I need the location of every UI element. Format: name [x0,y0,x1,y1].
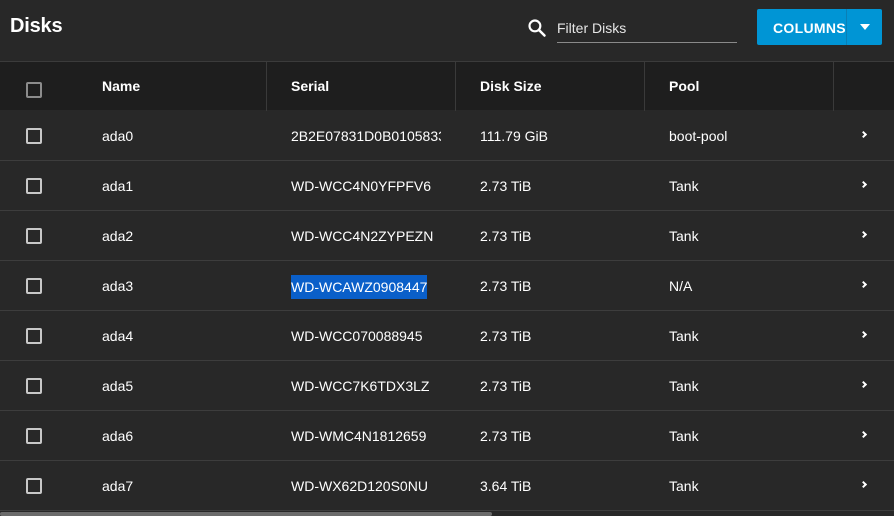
disks-page: Disks COLUMNS Name Serial Disk Size Pool… [0,0,894,516]
disk-size: 3.64 TiB [480,478,532,494]
disk-size: 2.73 TiB [480,378,532,394]
chevron-right-icon[interactable] [859,130,868,139]
table-row[interactable]: ada4 WD-WCC070088945 2.73 TiB Tank [0,311,894,361]
disk-size: 2.73 TiB [480,178,532,194]
disk-pool: Tank [669,428,699,444]
row-checkbox[interactable] [26,478,42,494]
select-all-checkbox[interactable] [26,82,42,98]
disk-pool: Tank [669,378,699,394]
disk-serial: WD-WCC4N2ZYPEZN [291,228,434,244]
disk-size: 2.73 TiB [480,228,532,244]
table-row[interactable]: ada6 WD-WMC4N1812659 2.73 TiB Tank [0,411,894,461]
disk-pool: Tank [669,328,699,344]
disk-size: 111.79 GiB [480,128,548,144]
disk-pool: N/A [669,278,693,294]
column-divider[interactable] [833,62,834,111]
table-row[interactable]: ada7 WD-WX62D120S0NU 3.64 TiB Tank [0,461,894,511]
row-checkbox[interactable] [26,228,42,244]
chevron-right-icon[interactable] [859,280,868,289]
row-checkbox[interactable] [26,178,42,194]
chevron-right-icon[interactable] [859,330,868,339]
filter-disks-input[interactable] [557,14,737,43]
chevron-right-icon[interactable] [859,180,868,189]
disk-name: ada3 [102,278,134,294]
table-row[interactable]: ada0 2B2E07831D0B0105833 111.79 GiB boot… [0,111,894,161]
columns-button[interactable]: COLUMNS [757,9,882,45]
disk-pool: boot-pool [669,128,728,144]
disk-name: ada5 [102,378,134,394]
chevron-right-icon[interactable] [859,380,868,389]
columns-button-divider [846,9,847,45]
disk-name: ada1 [102,178,134,194]
disk-serial: WD-WCAWZ0908447 [291,261,441,311]
disk-size: 2.73 TiB [480,328,532,344]
columns-button-label: COLUMNS [773,20,846,36]
disk-serial: WD-WCC070088945 [291,328,423,344]
disk-serial: WD-WX62D120S0NU [291,478,428,494]
row-checkbox[interactable] [26,278,42,294]
disk-name: ada4 [102,328,134,344]
table-row[interactable]: ada3 WD-WCAWZ0908447 2.73 TiB N/A [0,261,894,311]
disk-name: ada0 [102,128,134,144]
chevron-right-icon[interactable] [859,430,868,439]
disks-table: Name Serial Disk Size Pool ada0 2B2E0783… [0,61,894,516]
chevron-right-icon[interactable] [859,230,868,239]
disk-name: ada7 [102,478,134,494]
row-checkbox[interactable] [26,428,42,444]
disk-serial: WD-WCC4N0YFPFV6 [291,178,432,194]
disk-serial: 2B2E07831D0B0105833 [291,128,441,144]
page-header: Disks COLUMNS [0,0,894,60]
table-row[interactable]: ada2 WD-WCC4N2ZYPEZN 2.73 TiB Tank [0,211,894,261]
selected-serial-text: WD-WCAWZ0908447 [291,275,428,300]
disk-serial: WD-WCC7K6TDX3LZ [291,378,430,394]
horizontal-scrollbar[interactable] [0,512,492,516]
row-checkbox[interactable] [26,328,42,344]
column-divider[interactable] [455,62,456,111]
table-row[interactable]: ada5 WD-WCC7K6TDX3LZ 2.73 TiB Tank [0,361,894,411]
row-checkbox[interactable] [26,128,42,144]
disk-size: 2.73 TiB [480,428,532,444]
column-divider[interactable] [644,62,645,111]
disk-name: ada2 [102,228,134,244]
disk-size: 2.73 TiB [480,278,532,294]
disk-pool: Tank [669,178,699,194]
table-header-row: Name Serial Disk Size Pool [0,61,894,111]
column-header-pool[interactable]: Pool [669,62,699,111]
disk-name: ada6 [102,428,134,444]
table-row[interactable]: ada1 WD-WCC4N0YFPFV6 2.73 TiB Tank [0,161,894,211]
column-divider[interactable] [266,62,267,111]
chevron-right-icon[interactable] [859,480,868,489]
page-title: Disks [10,15,63,37]
column-header-name[interactable]: Name [102,62,140,111]
disk-pool: Tank [669,478,699,494]
row-checkbox[interactable] [26,378,42,394]
disk-pool: Tank [669,228,699,244]
column-header-disk-size[interactable]: Disk Size [480,62,541,111]
search-icon[interactable] [527,18,547,38]
disk-serial: WD-WMC4N1812659 [291,428,427,444]
column-header-serial[interactable]: Serial [291,62,329,111]
caret-down-icon[interactable] [860,24,870,30]
